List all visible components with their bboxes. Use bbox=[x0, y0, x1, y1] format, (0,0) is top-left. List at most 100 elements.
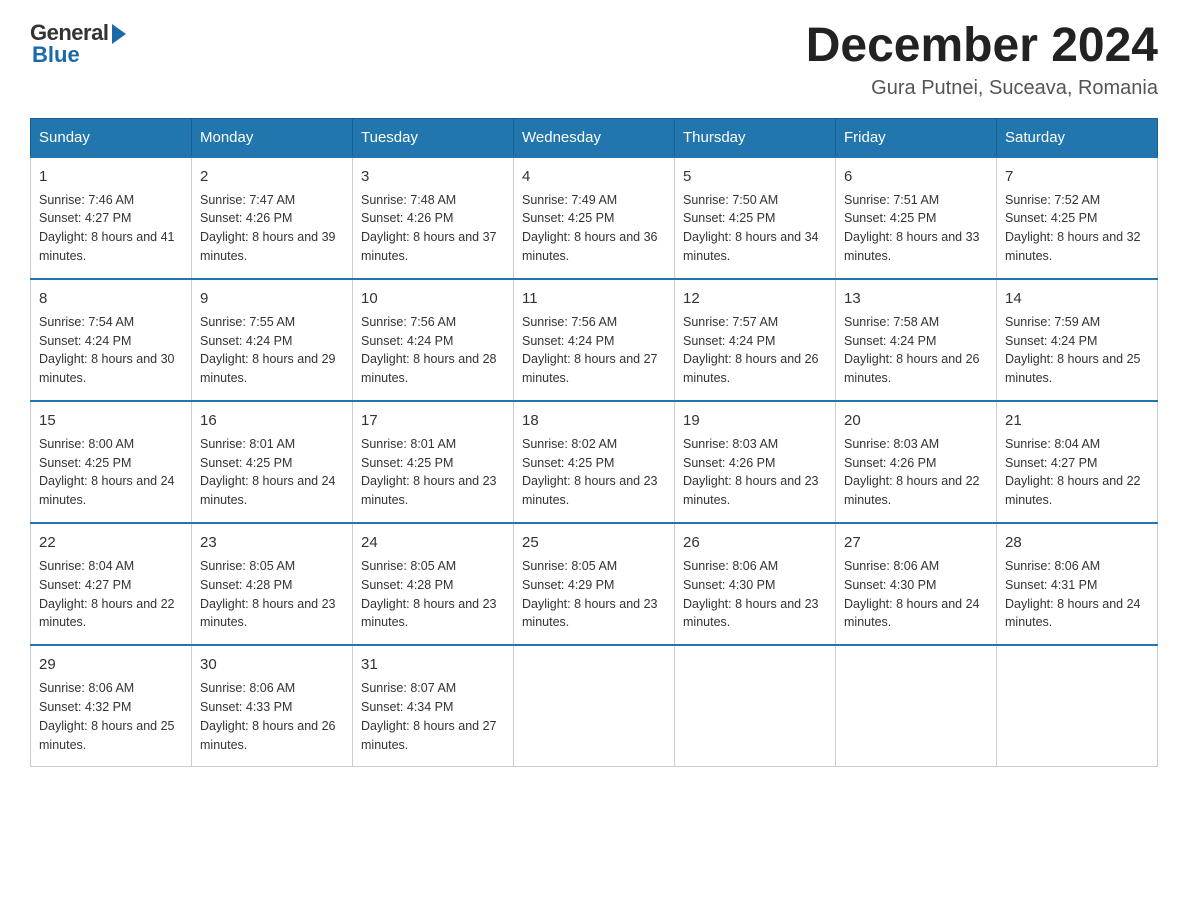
day-number: 13 bbox=[844, 288, 988, 310]
day-number: 4 bbox=[522, 166, 666, 188]
day-number: 20 bbox=[844, 410, 988, 432]
calendar-day-cell: 15 Sunrise: 8:00 AMSunset: 4:25 PMDayligh… bbox=[31, 401, 192, 523]
location: Gura Putnei, Suceava, Romania bbox=[806, 77, 1158, 100]
day-number: 1 bbox=[39, 166, 183, 188]
day-info: Sunrise: 7:51 AMSunset: 4:25 PMDaylight:… bbox=[844, 193, 980, 264]
day-info: Sunrise: 7:58 AMSunset: 4:24 PMDaylight:… bbox=[844, 315, 980, 386]
day-number: 5 bbox=[683, 166, 827, 188]
calendar-day-cell: 23 Sunrise: 8:05 AMSunset: 4:28 PMDayligh… bbox=[192, 523, 353, 645]
calendar-day-cell: 5 Sunrise: 7:50 AMSunset: 4:25 PMDaylight… bbox=[675, 157, 836, 279]
calendar-day-cell: 30 Sunrise: 8:06 AMSunset: 4:33 PMDayligh… bbox=[192, 645, 353, 767]
weekday-header: Monday bbox=[192, 118, 353, 157]
day-info: Sunrise: 8:01 AMSunset: 4:25 PMDaylight:… bbox=[200, 437, 336, 508]
title-block: December 2024 Gura Putnei, Suceava, Roma… bbox=[806, 20, 1158, 100]
calendar-day-cell bbox=[997, 645, 1158, 767]
calendar-day-cell: 28Sunrise: 8:06 AMSunset: 4:31 PMDayligh… bbox=[997, 523, 1158, 645]
day-info: Sunrise: 8:05 AMSunset: 4:29 PMDaylight:… bbox=[522, 559, 658, 630]
day-number: 7 bbox=[1005, 166, 1149, 188]
calendar-week-row: 15 Sunrise: 8:00 AMSunset: 4:25 PMDayligh… bbox=[31, 401, 1158, 523]
day-number: 3 bbox=[361, 166, 505, 188]
day-number: 29 bbox=[39, 654, 183, 676]
weekday-header: Saturday bbox=[997, 118, 1158, 157]
day-number: 6 bbox=[844, 166, 988, 188]
day-number: 23 bbox=[200, 532, 344, 554]
day-info: Sunrise: 8:05 AMSunset: 4:28 PMDaylight:… bbox=[200, 559, 336, 630]
logo-arrow-icon bbox=[112, 24, 126, 44]
logo-blue-text: Blue bbox=[32, 42, 80, 68]
weekday-header: Tuesday bbox=[353, 118, 514, 157]
day-number: 30 bbox=[200, 654, 344, 676]
day-info: Sunrise: 8:02 AMSunset: 4:25 PMDaylight:… bbox=[522, 437, 658, 508]
day-number: 12 bbox=[683, 288, 827, 310]
calendar-day-cell bbox=[675, 645, 836, 767]
day-info: Sunrise: 7:59 AMSunset: 4:24 PMDaylight:… bbox=[1005, 315, 1141, 386]
day-info: Sunrise: 8:06 AMSunset: 4:31 PMDaylight:… bbox=[1005, 559, 1141, 630]
calendar-day-cell: 9 Sunrise: 7:55 AMSunset: 4:24 PMDaylight… bbox=[192, 279, 353, 401]
day-info: Sunrise: 7:56 AMSunset: 4:24 PMDaylight:… bbox=[522, 315, 658, 386]
day-info: Sunrise: 8:05 AMSunset: 4:28 PMDaylight:… bbox=[361, 559, 497, 630]
calendar-day-cell: 7 Sunrise: 7:52 AMSunset: 4:25 PMDaylight… bbox=[997, 157, 1158, 279]
day-number: 2 bbox=[200, 166, 344, 188]
day-info: Sunrise: 7:57 AMSunset: 4:24 PMDaylight:… bbox=[683, 315, 819, 386]
day-info: Sunrise: 7:48 AMSunset: 4:26 PMDaylight:… bbox=[361, 193, 497, 264]
day-info: Sunrise: 8:06 AMSunset: 4:30 PMDaylight:… bbox=[844, 559, 980, 630]
calendar-day-cell: 29 Sunrise: 8:06 AMSunset: 4:32 PMDayligh… bbox=[31, 645, 192, 767]
calendar-day-cell: 16 Sunrise: 8:01 AMSunset: 4:25 PMDayligh… bbox=[192, 401, 353, 523]
day-info: Sunrise: 8:06 AMSunset: 4:30 PMDaylight:… bbox=[683, 559, 819, 630]
day-number: 9 bbox=[200, 288, 344, 310]
day-info: Sunrise: 8:06 AMSunset: 4:33 PMDaylight:… bbox=[200, 681, 336, 752]
day-number: 26 bbox=[683, 532, 827, 554]
day-number: 15 bbox=[39, 410, 183, 432]
weekday-header: Wednesday bbox=[514, 118, 675, 157]
calendar-day-cell: 12 Sunrise: 7:57 AMSunset: 4:24 PMDayligh… bbox=[675, 279, 836, 401]
calendar-day-cell: 4Sunrise: 7:49 AMSunset: 4:25 PMDaylight… bbox=[514, 157, 675, 279]
day-info: Sunrise: 8:06 AMSunset: 4:32 PMDaylight:… bbox=[39, 681, 175, 752]
calendar-day-cell: 24 Sunrise: 8:05 AMSunset: 4:28 PMDayligh… bbox=[353, 523, 514, 645]
page-header: General Blue December 2024 Gura Putnei, … bbox=[30, 20, 1158, 100]
calendar-day-cell: 26 Sunrise: 8:06 AMSunset: 4:30 PMDayligh… bbox=[675, 523, 836, 645]
day-number: 31 bbox=[361, 654, 505, 676]
calendar-day-cell: 19Sunrise: 8:03 AMSunset: 4:26 PMDayligh… bbox=[675, 401, 836, 523]
calendar-day-cell: 8 Sunrise: 7:54 AMSunset: 4:24 PMDaylight… bbox=[31, 279, 192, 401]
calendar-day-cell: 21 Sunrise: 8:04 AMSunset: 4:27 PMDayligh… bbox=[997, 401, 1158, 523]
day-info: Sunrise: 7:52 AMSunset: 4:25 PMDaylight:… bbox=[1005, 193, 1141, 264]
calendar-week-row: 29 Sunrise: 8:06 AMSunset: 4:32 PMDayligh… bbox=[31, 645, 1158, 767]
day-number: 10 bbox=[361, 288, 505, 310]
day-number: 11 bbox=[522, 288, 666, 310]
calendar-day-cell bbox=[836, 645, 997, 767]
day-info: Sunrise: 8:04 AMSunset: 4:27 PMDaylight:… bbox=[1005, 437, 1141, 508]
day-info: Sunrise: 7:55 AMSunset: 4:24 PMDaylight:… bbox=[200, 315, 336, 386]
calendar-day-cell: 2Sunrise: 7:47 AMSunset: 4:26 PMDaylight… bbox=[192, 157, 353, 279]
calendar-day-cell: 14Sunrise: 7:59 AMSunset: 4:24 PMDayligh… bbox=[997, 279, 1158, 401]
calendar-day-cell: 18Sunrise: 8:02 AMSunset: 4:25 PMDayligh… bbox=[514, 401, 675, 523]
calendar-day-cell: 27 Sunrise: 8:06 AMSunset: 4:30 PMDayligh… bbox=[836, 523, 997, 645]
day-info: Sunrise: 8:01 AMSunset: 4:25 PMDaylight:… bbox=[361, 437, 497, 508]
calendar-day-cell: 17 Sunrise: 8:01 AMSunset: 4:25 PMDayligh… bbox=[353, 401, 514, 523]
calendar-day-cell: 1 Sunrise: 7:46 AMSunset: 4:27 PMDaylight… bbox=[31, 157, 192, 279]
day-number: 16 bbox=[200, 410, 344, 432]
calendar-table: SundayMondayTuesdayWednesdayThursdayFrid… bbox=[30, 118, 1158, 768]
day-number: 24 bbox=[361, 532, 505, 554]
calendar-day-cell: 6 Sunrise: 7:51 AMSunset: 4:25 PMDaylight… bbox=[836, 157, 997, 279]
logo: General Blue bbox=[30, 20, 126, 68]
calendar-day-cell: 13 Sunrise: 7:58 AMSunset: 4:24 PMDayligh… bbox=[836, 279, 997, 401]
weekday-header: Sunday bbox=[31, 118, 192, 157]
day-info: Sunrise: 7:54 AMSunset: 4:24 PMDaylight:… bbox=[39, 315, 175, 386]
calendar-week-row: 1 Sunrise: 7:46 AMSunset: 4:27 PMDaylight… bbox=[31, 157, 1158, 279]
day-number: 8 bbox=[39, 288, 183, 310]
calendar-day-cell: 11 Sunrise: 7:56 AMSunset: 4:24 PMDayligh… bbox=[514, 279, 675, 401]
calendar-week-row: 22Sunrise: 8:04 AMSunset: 4:27 PMDayligh… bbox=[31, 523, 1158, 645]
day-number: 21 bbox=[1005, 410, 1149, 432]
calendar-day-cell: 3 Sunrise: 7:48 AMSunset: 4:26 PMDaylight… bbox=[353, 157, 514, 279]
calendar-week-row: 8 Sunrise: 7:54 AMSunset: 4:24 PMDaylight… bbox=[31, 279, 1158, 401]
calendar-day-cell: 25Sunrise: 8:05 AMSunset: 4:29 PMDayligh… bbox=[514, 523, 675, 645]
day-number: 27 bbox=[844, 532, 988, 554]
calendar-day-cell: 10 Sunrise: 7:56 AMSunset: 4:24 PMDayligh… bbox=[353, 279, 514, 401]
day-info: Sunrise: 7:50 AMSunset: 4:25 PMDaylight:… bbox=[683, 193, 819, 264]
day-info: Sunrise: 8:03 AMSunset: 4:26 PMDaylight:… bbox=[683, 437, 819, 508]
day-number: 17 bbox=[361, 410, 505, 432]
day-info: Sunrise: 7:46 AMSunset: 4:27 PMDaylight:… bbox=[39, 193, 175, 264]
calendar-day-cell: 22Sunrise: 8:04 AMSunset: 4:27 PMDayligh… bbox=[31, 523, 192, 645]
day-info: Sunrise: 8:00 AMSunset: 4:25 PMDaylight:… bbox=[39, 437, 175, 508]
day-info: Sunrise: 7:56 AMSunset: 4:24 PMDaylight:… bbox=[361, 315, 497, 386]
